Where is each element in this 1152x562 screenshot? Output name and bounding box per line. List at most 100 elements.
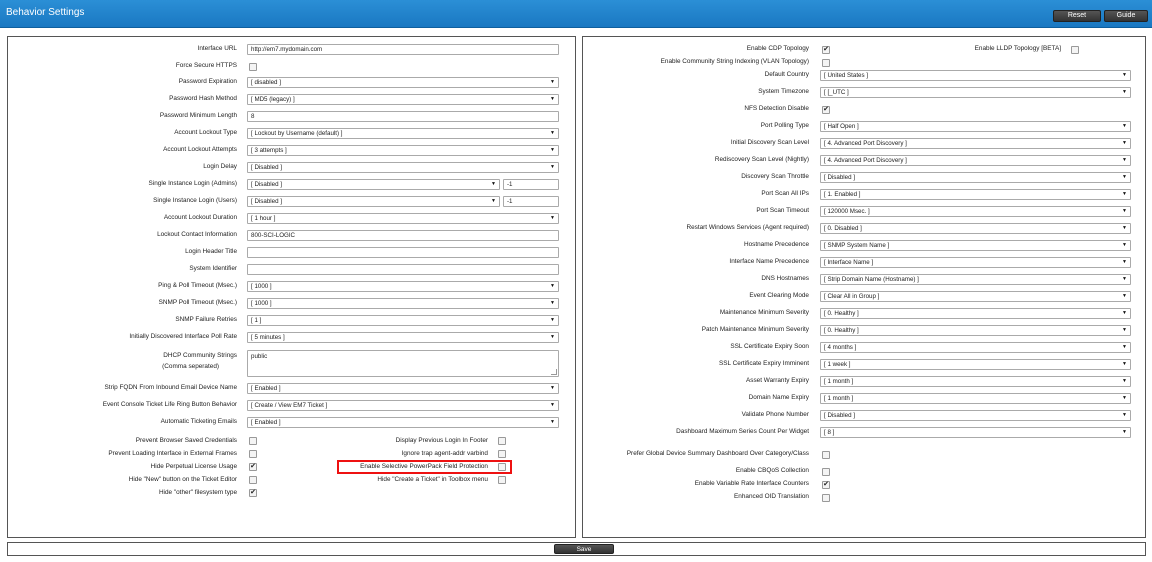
single-instance-login-users-select[interactable]: [ Disabled ]	[247, 196, 500, 207]
password-expiration-select[interactable]: [ disabled ]	[247, 77, 559, 88]
interface-name-precedence-select[interactable]: [ Interface Name ]	[820, 257, 1131, 268]
left-settings-panel: Interface URL http://em7.mydomain.com Forc…	[7, 36, 576, 538]
login-header-title-input[interactable]	[247, 247, 559, 258]
snmp-poll-timeout-msec-select[interactable]: [ 1000 ]	[247, 298, 559, 309]
restart-windows-services-agent-required-label: Restart Windows Services (Agent required…	[686, 224, 809, 231]
ssl-certificate-expiry-soon-select[interactable]: [ 4 months ]	[820, 342, 1131, 353]
maintenance-minimum-severity-select[interactable]: [ 0. Healthy ]	[820, 308, 1131, 319]
port-polling-type-select[interactable]: [ Half Open ]	[820, 121, 1131, 132]
port-polling-type-label: Port Polling Type	[760, 122, 809, 129]
validate-phone-number-label: Validate Phone Number	[741, 411, 809, 418]
hide-perpetual-license-usage-checkbox[interactable]: ✔	[249, 463, 257, 471]
event-clearing-mode-select[interactable]: [ Clear All in Group ]	[820, 291, 1131, 302]
guide-button[interactable]: Guide	[1104, 10, 1148, 22]
enable-variable-rate-interface-counters-checkbox[interactable]: ✔	[822, 481, 830, 489]
ping-poll-timeout-msec-select[interactable]: [ 1000 ]	[247, 281, 559, 292]
event-console-ticket-life-ring-button-behavior-select[interactable]: [ Create / View EM7 Ticket ]	[247, 400, 559, 411]
hide-other-filesystem-type-checkbox[interactable]: ✔	[249, 489, 257, 497]
prefer-global-device-summary-dashboard-over-category-class-label: Prefer Global Device Summary Dashboard O…	[626, 450, 809, 457]
password-expiration-label: Password Expiration	[178, 78, 237, 85]
port-scan-all-ips-select[interactable]: [ 1. Enabled ]	[820, 189, 1131, 200]
login-delay-select[interactable]: [ Disabled ]	[247, 162, 559, 173]
force-secure-https-checkbox[interactable]	[249, 63, 257, 71]
lockout-contact-information-input[interactable]: 800-SCI-LOGIC	[247, 230, 559, 241]
domain-name-expiry-select[interactable]: [ 1 month ]	[820, 393, 1131, 404]
page-title: Behavior Settings	[6, 7, 85, 18]
enable-variable-rate-interface-counters-label: Enable Variable Rate Interface Counters	[694, 480, 809, 487]
display-previous-login-in-footer-checkbox[interactable]	[498, 437, 506, 445]
prevent-loading-interface-in-external-frames-checkbox[interactable]	[249, 450, 257, 458]
account-lockout-duration-select[interactable]: [ 1 hour ]	[247, 213, 559, 224]
snmp-failure-retries-select[interactable]: [ 1 ]	[247, 315, 559, 326]
restart-windows-services-agent-required-select[interactable]: [ 0. Disabled ]	[820, 223, 1131, 234]
display-previous-login-in-footer-label: Display Previous Login In Footer	[395, 437, 488, 444]
save-button[interactable]: Save	[554, 544, 614, 554]
dhcp-community-strings-textarea[interactable]: public	[247, 350, 559, 377]
port-scan-timeout-select[interactable]: [ 120000 Msec. ]	[820, 206, 1131, 217]
system-timezone-select[interactable]: [ [_UTC ]	[820, 87, 1131, 98]
enable-lldp-topology-label: Enable LLDP Topology [BETA]	[974, 45, 1061, 52]
port-scan-timeout-label: Port Scan Timeout	[756, 207, 809, 214]
hide-new-button-on-the-ticket-editor-label: Hide "New" button on the Ticket Editor	[128, 476, 237, 483]
ssl-certificate-expiry-imminent-select[interactable]: [ 1 week ]	[820, 359, 1131, 370]
hide-create-a-ticket-in-toolbox-menu-label: Hide "Create a Ticket" in Toolbox menu	[377, 476, 488, 483]
ssl-certificate-expiry-soon-label: SSL Certificate Expiry Soon	[730, 343, 809, 350]
dns-hostnames-label: DNS Hostnames	[761, 275, 809, 282]
enhanced-oid-translation-label: Enhanced OID Translation	[734, 493, 809, 500]
hide-create-a-ticket-in-toolbox-menu-checkbox[interactable]	[498, 476, 506, 484]
enable-cbqos-collection-checkbox[interactable]	[822, 468, 830, 476]
password-hash-method-select[interactable]: [ MD5 (legacy) ]	[247, 94, 559, 105]
initial-discovery-scan-level-select[interactable]: [ 4. Advanced Port Discovery ]	[820, 138, 1131, 149]
hostname-precedence-select[interactable]: [ SNMP System Name ]	[820, 240, 1131, 251]
reset-button[interactable]: Reset	[1053, 10, 1101, 22]
interface-url-input[interactable]: http://em7.mydomain.com	[247, 44, 559, 55]
nfs-detection-disable-checkbox[interactable]: ✔	[822, 106, 830, 114]
right-settings-panel: Enable CDP Topology ✔ Enable LLDP Topology…	[582, 36, 1146, 538]
discovery-scan-throttle-select[interactable]: [ Disabled ]	[820, 172, 1131, 183]
event-console-ticket-life-ring-button-behavior-label: Event Console Ticket Life Ring Button Be…	[102, 401, 237, 408]
lockout-contact-information-label: Lockout Contact Information	[157, 231, 237, 238]
snmp-failure-retries-label: SNMP Failure Retries	[175, 316, 237, 323]
password-minimum-length-label: Password Minimum Length	[159, 112, 237, 119]
login-delay-label: Login Delay	[203, 163, 237, 170]
initially-discovered-interface-poll-rate-select[interactable]: [ 5 minutes ]	[247, 332, 559, 343]
enhanced-oid-translation-checkbox[interactable]	[822, 494, 830, 502]
hostname-precedence-label: Hostname Precedence	[743, 241, 809, 248]
single-instance-login-users-value-input[interactable]: -1	[503, 196, 559, 207]
rediscovery-scan-level-nightly-select[interactable]: [ 4. Advanced Port Discovery ]	[820, 155, 1131, 166]
default-country-select[interactable]: [ United States ]	[820, 70, 1131, 81]
patch-maintenance-minimum-severity-select[interactable]: [ 0. Healthy ]	[820, 325, 1131, 336]
single-instance-login-admins-select[interactable]: [ Disabled ]	[247, 179, 500, 190]
highlight-box	[337, 460, 512, 474]
ssl-certificate-expiry-imminent-label: SSL Certificate Expiry Imminent	[719, 360, 809, 367]
enable-community-string-indexing-vlan-topology-checkbox[interactable]	[822, 59, 830, 67]
footer-bar: Save	[7, 542, 1146, 556]
validate-phone-number-select[interactable]: [ Disabled ]	[820, 410, 1131, 421]
automatic-ticketing-emails-label: Automatic Ticketing Emails	[160, 418, 237, 425]
ping-poll-timeout-msec-label: Ping & Poll Timeout (Msec.)	[158, 282, 237, 289]
ignore-trap-agent-addr-varbind-checkbox[interactable]	[498, 450, 506, 458]
automatic-ticketing-emails-select[interactable]: [ Enabled ]	[247, 417, 559, 428]
default-country-label: Default Country	[764, 71, 809, 78]
dns-hostnames-select[interactable]: [ Strip Domain Name (Hostname) ]	[820, 274, 1131, 285]
account-lockout-type-select[interactable]: [ Lockout by Username (default) ]	[247, 128, 559, 139]
single-instance-login-admins-label: Single Instance Login (Admins)	[148, 180, 237, 187]
system-identifier-input[interactable]	[247, 264, 559, 275]
prefer-global-device-summary-dashboard-over-category-class-checkbox[interactable]	[822, 451, 830, 459]
enable-lldp-topology-checkbox[interactable]	[1071, 46, 1079, 54]
single-instance-login-admins-value-input[interactable]: -1	[503, 179, 559, 190]
hide-new-button-on-the-ticket-editor-checkbox[interactable]	[249, 476, 257, 484]
enable-cdp-topology-checkbox[interactable]: ✔	[822, 46, 830, 54]
strip-fqdn-from-inbound-email-device-name-select[interactable]: [ Enabled ]	[247, 383, 559, 394]
port-scan-all-ips-label: Port Scan All IPs	[761, 190, 809, 197]
enable-cbqos-collection-label: Enable CBQoS Collection	[735, 467, 809, 474]
rediscovery-scan-level-nightly-label: Rediscovery Scan Level (Nightly)	[714, 156, 809, 163]
snmp-poll-timeout-msec-label: SNMP Poll Timeout (Msec.)	[158, 299, 237, 306]
hide-perpetual-license-usage-label: Hide Perpetual License Usage	[150, 463, 237, 470]
account-lockout-attempts-select[interactable]: [ 3 attempts ]	[247, 145, 559, 156]
prevent-browser-saved-credentials-checkbox[interactable]	[249, 437, 257, 445]
asset-warranty-expiry-select[interactable]: [ 1 month ]	[820, 376, 1131, 387]
dashboard-maximum-series-count-per-widget-select[interactable]: [ 8 ]	[820, 427, 1131, 438]
password-minimum-length-input[interactable]: 8	[247, 111, 559, 122]
enable-community-string-indexing-vlan-topology-label: Enable Community String Indexing (VLAN T…	[660, 58, 809, 65]
